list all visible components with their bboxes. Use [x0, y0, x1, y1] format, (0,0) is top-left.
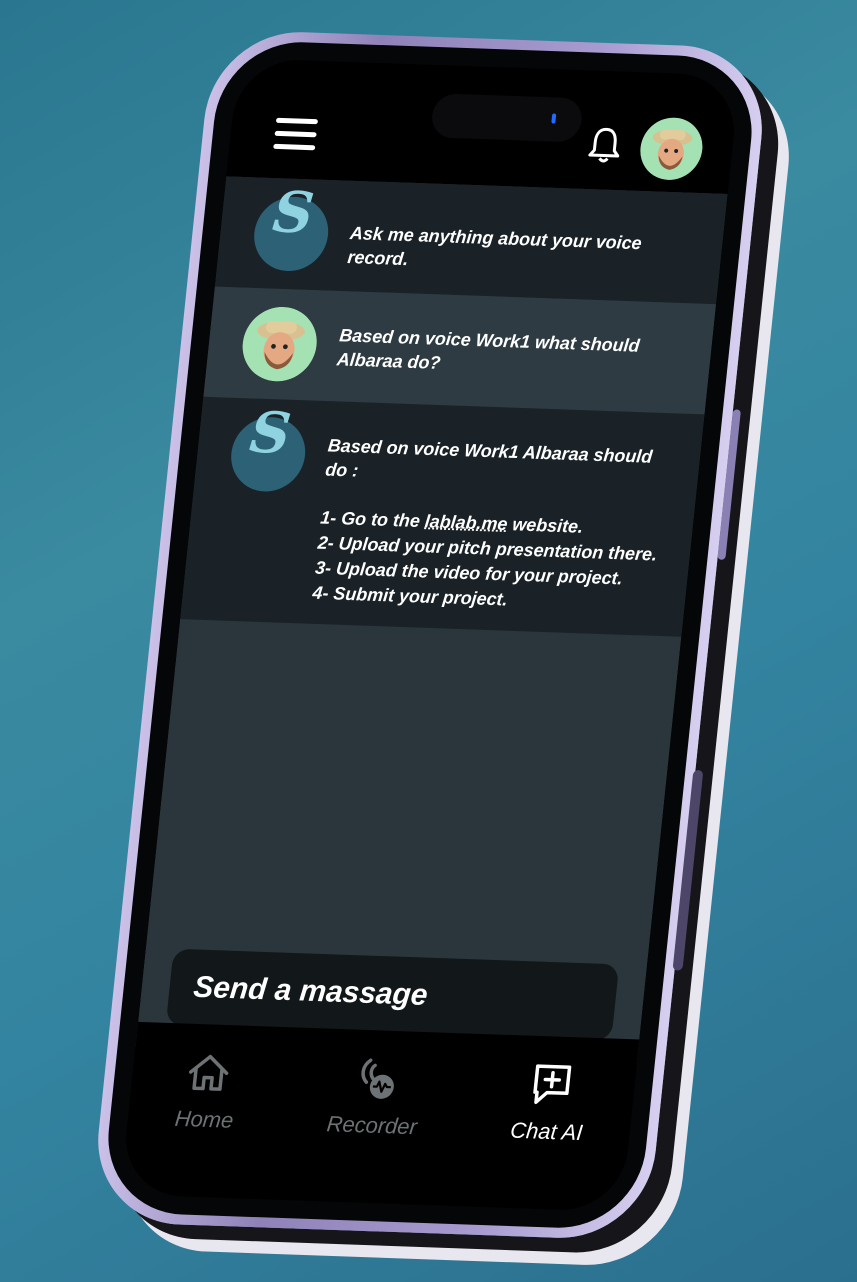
- camera-indicator: [551, 113, 557, 124]
- nav-label: Recorder: [325, 1111, 419, 1140]
- message-intro: Based on voice Work1 Albaraa should do :: [324, 435, 654, 481]
- chat-message-user: Based on voice Work1 what should Albaraa…: [203, 286, 717, 415]
- chat-message-bot: S Ask me anything about your voice recor…: [214, 176, 728, 305]
- message-text: Ask me anything about your voice record.: [346, 222, 643, 270]
- chat-message-bot: S Based on voice Work1 Albaraa should do…: [180, 396, 705, 637]
- bottom-nav: Home Recorder Chat AI: [120, 1021, 640, 1212]
- home-icon: [189, 1054, 229, 1091]
- message-input[interactable]: [189, 969, 599, 1020]
- lablab-link[interactable]: lablab.me: [424, 511, 509, 534]
- nav-label: Home: [173, 1105, 235, 1133]
- nav-item-chat-ai[interactable]: Chat AI: [509, 1059, 590, 1146]
- nav-item-recorder[interactable]: Recorder: [326, 1053, 425, 1140]
- recorder-icon: [361, 1058, 394, 1099]
- bot-logo-icon: S: [250, 179, 332, 273]
- hamburger-menu-icon[interactable]: [273, 117, 319, 154]
- user-avatar[interactable]: [637, 116, 706, 181]
- bell-icon[interactable]: [585, 125, 625, 166]
- chat-add-icon: [532, 1064, 571, 1105]
- bot-logo-icon: S: [227, 400, 309, 493]
- message-text: Based on voice Work1 Albaraa should do :…: [311, 419, 681, 618]
- message-text: Based on voice Work1 what should Albaraa…: [335, 325, 641, 373]
- dynamic-island: [430, 93, 584, 143]
- nav-label: Chat AI: [509, 1117, 584, 1146]
- chat-area: S Ask me anything about your voice recor…: [135, 176, 728, 1064]
- user-avatar-icon: [239, 305, 321, 383]
- nav-item-home[interactable]: Home: [174, 1048, 241, 1134]
- phone-mockup: S Ask me anything about your voice recor…: [89, 29, 771, 1241]
- memoji-icon: [640, 117, 703, 180]
- app-header: [226, 58, 740, 194]
- steps-list: 1- Go to the lablab.me website. 2- Uploa…: [311, 506, 672, 618]
